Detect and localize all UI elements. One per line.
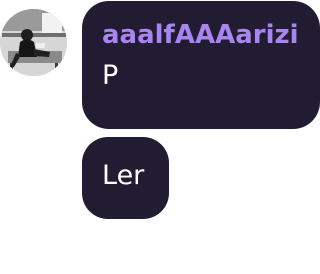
message-thread: aaalfAAAarizi P Ler — [0, 0, 320, 274]
avatar[interactable] — [0, 9, 67, 76]
message-bubble[interactable]: aaalfAAAarizi P — [82, 1, 320, 129]
sender-name[interactable]: aaalfAAAarizi — [102, 19, 320, 51]
message-text: P — [102, 60, 119, 91]
message-bubble[interactable]: Ler — [82, 137, 169, 219]
message-text: Ler — [102, 160, 145, 191]
avatar-photo-icon — [0, 9, 67, 76]
